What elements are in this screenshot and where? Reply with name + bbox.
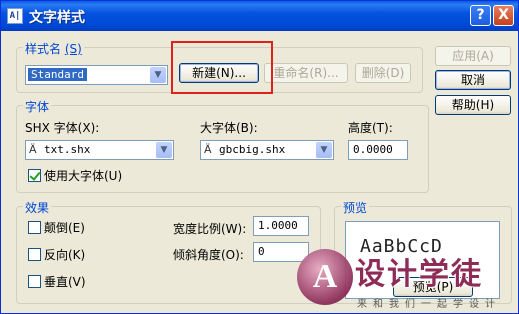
watermark: A 设计学徒 来和我们一起学设计 xyxy=(297,245,518,313)
shx-font-label: SHX 字体(X): xyxy=(25,121,100,135)
use-big-font-label: 使用大字体(U) xyxy=(44,169,123,183)
big-font-dropdown[interactable]: Ä gbcbig.shx ▼ xyxy=(200,140,334,160)
help-button[interactable]: 帮助(H) xyxy=(435,95,511,115)
shx-font-icon: Ä xyxy=(29,143,37,156)
rename-style-button[interactable]: 重命名(R)... xyxy=(264,63,348,83)
chevron-down-icon[interactable]: ▼ xyxy=(156,142,172,158)
chevron-down-icon[interactable]: ▼ xyxy=(316,142,332,158)
backwards-label: 反向(K) xyxy=(44,248,86,262)
backwards-checkbox[interactable] xyxy=(28,248,41,261)
close-icon[interactable]: X xyxy=(493,5,514,26)
preview-group-label: 预览 xyxy=(341,199,370,216)
cancel-button[interactable]: 取消 xyxy=(435,70,511,90)
style-name-value: Standard xyxy=(28,68,87,81)
title-bar[interactable]: A| 文字样式 ? X xyxy=(1,1,518,31)
style-name-group-label: 样式名 (S) xyxy=(23,40,84,57)
shx-font-dropdown[interactable]: Ä txt.shx ▼ xyxy=(25,140,174,160)
text-style-dialog: A| 文字样式 ? X 样式名 (S) Standard ▼ 新建(N)... … xyxy=(0,0,519,314)
oblique-angle-label: 倾斜角度(O): xyxy=(173,248,244,262)
help-icon[interactable]: ? xyxy=(470,5,491,26)
style-name-dropdown[interactable]: Standard ▼ xyxy=(25,65,168,85)
big-font-icon: Ä xyxy=(204,143,212,156)
shx-font-value: txt.shx xyxy=(44,143,91,156)
effects-group-label: 效果 xyxy=(23,199,52,216)
use-big-font-checkbox[interactable] xyxy=(28,169,41,182)
upside-down-label: 颠倒(E) xyxy=(44,221,85,235)
apply-button[interactable]: 应用(A) xyxy=(435,46,511,66)
width-factor-input[interactable]: 1.0000 xyxy=(253,216,309,236)
watermark-subtitle: 来和我们一起学设计 xyxy=(357,299,501,310)
upside-down-checkbox[interactable] xyxy=(28,221,41,234)
watermark-logo-icon: A xyxy=(297,249,353,305)
font-group-label: 字体 xyxy=(23,98,52,115)
vertical-label: 垂直(V) xyxy=(44,275,86,289)
big-font-label: 大字体(B): xyxy=(200,121,258,135)
delete-style-button[interactable]: 删除(D) xyxy=(355,63,411,83)
vertical-checkbox[interactable] xyxy=(28,275,41,288)
chevron-down-icon[interactable]: ▼ xyxy=(150,67,166,83)
watermark-title: 设计学徒 xyxy=(355,257,483,292)
dialog-title: 文字样式 xyxy=(29,10,85,26)
height-label: 高度(T): xyxy=(348,121,393,135)
width-factor-label: 宽度比例(W): xyxy=(173,222,247,236)
autocad-app-icon: A| xyxy=(7,8,23,24)
big-font-value: gbcbig.shx xyxy=(219,143,286,156)
annotation-highlight-box xyxy=(171,41,273,94)
height-input[interactable]: 0.0000 xyxy=(348,140,408,160)
